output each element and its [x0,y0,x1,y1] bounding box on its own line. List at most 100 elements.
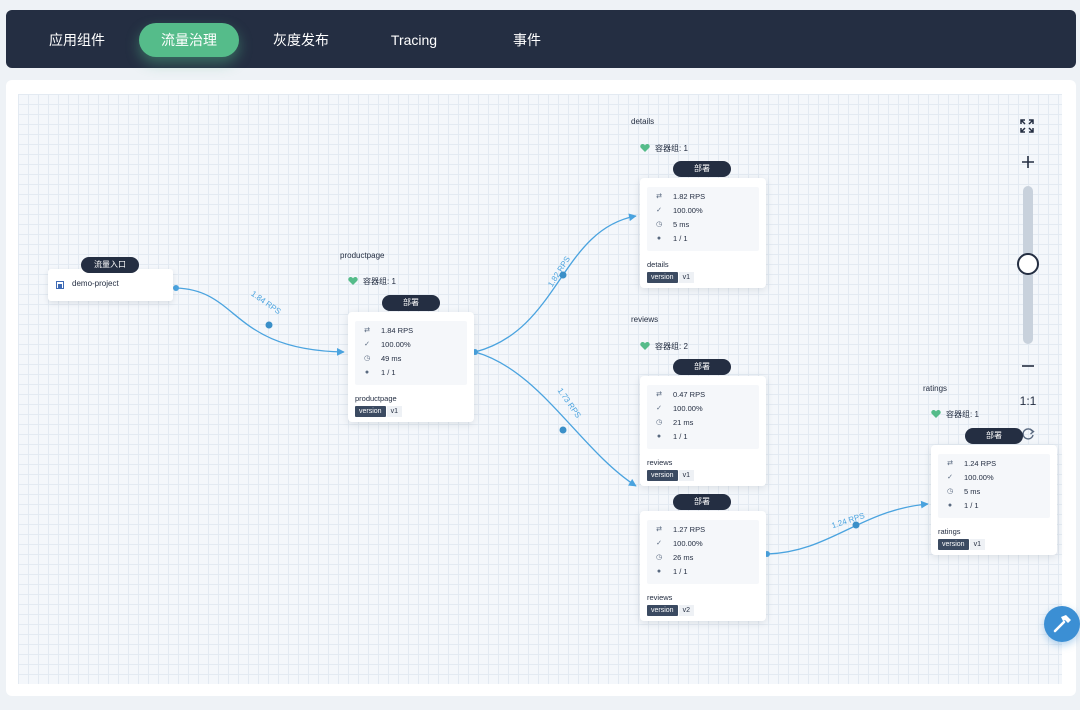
check-icon: ✓ [947,474,953,481]
workload-name: reviews [647,458,673,467]
check-icon: ✓ [656,405,662,412]
user-icon: ● [656,433,662,440]
clock-icon: ◷ [946,488,954,495]
traffic-icon: ⇄ [656,391,662,398]
deploy-badge-details[interactable]: 部署 [673,161,731,177]
service-card-ratings[interactable]: ⇄ 1.24 RPS ✓ 100.00% ◷ 5 ms ● 1 / 1 ratings … [931,445,1057,555]
service-card-details[interactable]: ⇄ 1.82 RPS ✓ 100.00% ◷ 5 ms ● 1 / 1 details … [640,178,766,288]
version-tag: version v1 [647,272,694,283]
metric-replicas: ● 1 / 1 [361,367,396,379]
metric-rps: ⇄ 1.84 RPS [361,325,413,337]
metric-rps: ⇄ 1.27 RPS [653,524,705,536]
deploy-badge-reviews-v1[interactable]: 部署 [673,359,731,375]
user-icon: ● [947,502,953,509]
topology-canvas[interactable] [18,94,1062,684]
user-icon: ● [364,369,370,376]
traffic-icon: ⇄ [656,526,662,533]
check-icon: ✓ [364,341,370,348]
workload-name: details [647,260,669,269]
service-card-reviews-v1[interactable]: ⇄ 0.47 RPS ✓ 100.00% ◷ 21 ms ● 1 / 1 reviews… [640,376,766,486]
group-pods-ratings: 容器组: 1 [931,409,979,420]
deploy-badge-productpage[interactable]: 部署 [382,295,440,311]
deploy-badge-reviews-v2[interactable]: 部署 [673,494,731,510]
metric-rps: ⇄ 0.47 RPS [653,389,705,401]
metric-success: ✓ 100.00% [653,205,703,217]
clock-icon: ◷ [655,221,663,228]
clock-icon: ◷ [655,554,663,561]
traffic-entry-node[interactable]: demo-project [48,269,173,301]
service-card-productpage[interactable]: ⇄ 1.84 RPS ✓ 100.00% ◷ 49 ms ● 1 / 1 product… [348,312,474,422]
project-icon [56,281,64,289]
clock-icon: ◷ [363,355,371,362]
metric-latency: ◷ 49 ms [361,353,402,365]
metric-latency: ◷ 21 ms [653,417,694,429]
heart-icon [931,410,941,418]
version-tag: version v1 [938,539,985,550]
workload-name: ratings [938,527,961,536]
top-nav: 应用组件 流量治理 灰度发布 Tracing 事件 [6,10,1076,68]
tab-app-components[interactable]: 应用组件 [36,23,118,57]
tab-events[interactable]: 事件 [490,23,564,57]
metric-latency: ◷ 26 ms [653,552,694,564]
metric-latency: ◷ 5 ms [653,219,689,231]
traffic-icon: ⇄ [656,193,662,200]
hammer-icon [1053,615,1071,633]
toolbox-button[interactable] [1044,606,1080,642]
traffic-icon: ⇄ [364,327,370,334]
traffic-icon: ⇄ [947,460,953,467]
zoom-reset-button[interactable]: 1:1 [1016,394,1040,408]
metric-replicas: ● 1 / 1 [944,500,979,512]
pods-count: 容器组: 1 [946,410,979,419]
group-pods-reviews: 容器组: 2 [640,341,688,352]
metrics-panel: ⇄ 1.84 RPS ✓ 100.00% ◷ 49 ms ● 1 / 1 [355,321,467,385]
refresh-icon[interactable] [1021,427,1035,441]
heart-icon [640,144,650,152]
entry-project-name: demo-project [72,279,119,288]
group-title-details: details [631,117,655,126]
heart-icon [348,277,358,285]
deploy-badge-ratings[interactable]: 部署 [965,428,1023,444]
version-tag: version v1 [647,470,694,481]
user-icon: ● [656,568,662,575]
clock-icon: ◷ [655,419,663,426]
metric-success: ✓ 100.00% [944,472,994,484]
expand-icon[interactable] [1020,119,1034,133]
check-icon: ✓ [656,540,662,547]
tab-canary-release[interactable]: 灰度发布 [260,23,342,57]
workload-name: reviews [647,593,673,602]
metric-success: ✓ 100.00% [653,538,703,550]
service-card-reviews-v2[interactable]: ⇄ 1.27 RPS ✓ 100.00% ◷ 26 ms ● 1 / 1 reviews… [640,511,766,621]
metric-rps: ⇄ 1.24 RPS [944,458,996,470]
metrics-panel: ⇄ 1.24 RPS ✓ 100.00% ◷ 5 ms ● 1 / 1 [938,454,1050,518]
metric-replicas: ● 1 / 1 [653,233,688,245]
metric-replicas: ● 1 / 1 [653,431,688,443]
metric-success: ✓ 100.00% [653,403,703,415]
user-icon: ● [656,235,662,242]
workload-name: productpage [355,394,397,403]
metric-replicas: ● 1 / 1 [653,566,688,578]
tab-traffic-governance[interactable]: 流量治理 [139,23,239,57]
group-pods-productpage: 容器组: 1 [348,276,396,287]
metrics-panel: ⇄ 1.82 RPS ✓ 100.00% ◷ 5 ms ● 1 / 1 [647,187,759,251]
version-tag: version v2 [647,605,694,616]
zoom-in-icon[interactable] [1019,152,1037,172]
version-tag: version v1 [355,406,402,417]
zoom-out-icon[interactable] [1019,356,1037,376]
pods-count: 容器组: 1 [363,277,396,286]
group-title-productpage: productpage [340,251,385,260]
tab-tracing[interactable]: Tracing [374,23,454,57]
pods-count: 容器组: 2 [655,342,688,351]
zoom-slider-thumb[interactable] [1017,253,1039,275]
metrics-panel: ⇄ 1.27 RPS ✓ 100.00% ◷ 26 ms ● 1 / 1 [647,520,759,584]
traffic-entry-badge: 流量入口 [81,257,139,273]
group-pods-details: 容器组: 1 [640,143,688,154]
heart-icon [640,342,650,350]
group-title-reviews: reviews [631,315,659,324]
check-icon: ✓ [656,207,662,214]
metrics-panel: ⇄ 0.47 RPS ✓ 100.00% ◷ 21 ms ● 1 / 1 [647,385,759,449]
metric-rps: ⇄ 1.82 RPS [653,191,705,203]
pods-count: 容器组: 1 [655,144,688,153]
metric-latency: ◷ 5 ms [944,486,980,498]
group-title-ratings: ratings [923,384,948,393]
metric-success: ✓ 100.00% [361,339,411,351]
